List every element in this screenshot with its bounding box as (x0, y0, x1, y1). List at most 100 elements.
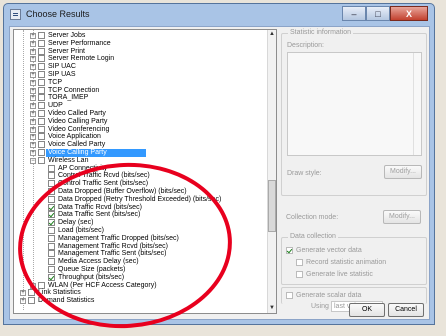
tree-statistic-item[interactable]: Control Traffic Rcvd (bits/sec) (14, 172, 264, 180)
tree-node[interactable]: + Video Called Party (14, 110, 264, 118)
expand-icon[interactable]: + (30, 103, 36, 110)
expand-icon[interactable]: + (30, 79, 36, 86)
minimize-button[interactable]: – (342, 6, 366, 21)
statistic-checkbox[interactable] (48, 180, 55, 188)
expand-icon[interactable]: + (30, 282, 36, 289)
collapse-icon[interactable]: − (30, 157, 36, 164)
ok-button[interactable]: OK (349, 303, 385, 317)
expand-icon[interactable]: + (30, 142, 36, 149)
expand-icon[interactable]: + (30, 118, 36, 125)
tree-statistic-item[interactable]: Management Traffic Sent (bits/sec) (14, 250, 264, 258)
statistic-checkbox[interactable] (48, 219, 55, 227)
tree-node[interactable]: + Video Calling Party (14, 117, 264, 126)
description-scrollbar[interactable] (413, 53, 421, 155)
tree-statistic-item[interactable]: Management Traffic Rcvd (bits/sec) (14, 242, 264, 251)
expand-icon[interactable]: + (30, 72, 36, 78)
statistic-checkbox[interactable] (48, 188, 55, 195)
statistic-checkbox[interactable] (48, 266, 55, 273)
record-animation-checkbox[interactable] (296, 259, 303, 266)
expand-icon[interactable]: + (30, 134, 36, 141)
tree-statistic-item[interactable]: Control Traffic Sent (bits/sec) (14, 180, 264, 188)
draw-style-modify-button[interactable]: Modify... (384, 165, 422, 179)
collection-mode-modify-button[interactable]: Modify... (383, 210, 421, 224)
expand-icon[interactable]: + (30, 150, 36, 156)
expand-icon[interactable]: + (30, 33, 36, 39)
cancel-button[interactable]: Cancel (388, 303, 424, 317)
expand-icon[interactable]: + (20, 290, 26, 297)
statistic-checkbox[interactable] (38, 39, 45, 47)
statistic-checkbox[interactable] (38, 125, 45, 133)
tree-statistic-item[interactable]: Management Traffic Dropped (bits/sec) (14, 234, 264, 243)
tree-statistic-item[interactable]: Queue Size (packets) (14, 266, 264, 274)
tree-statistic-item[interactable]: Delay (sec) (14, 219, 264, 227)
close-button[interactable]: X (390, 6, 428, 21)
tree-statistic-item[interactable]: Load (bits/sec) (14, 227, 264, 235)
tree-statistic-item[interactable]: Data Dropped (Retry Threshold Exceeded) … (14, 195, 264, 204)
maximize-button[interactable]: □ (366, 6, 390, 21)
statistic-checkbox[interactable] (38, 71, 45, 78)
results-tree[interactable]: ▲ ▼ + Server Jobs + Server Performance + Serv… (13, 29, 277, 314)
statistic-checkbox[interactable] (38, 55, 45, 63)
statistic-checkbox[interactable] (48, 172, 55, 180)
statistic-checkbox[interactable] (48, 273, 55, 281)
statistic-checkbox[interactable] (38, 102, 45, 110)
statistic-checkbox[interactable] (38, 78, 45, 86)
tree-node[interactable]: + TCP Connection (14, 86, 264, 95)
generate-vector-checkbox[interactable] (286, 247, 293, 254)
tree-node[interactable]: + SIP UAS (14, 71, 264, 79)
expand-icon[interactable]: + (30, 40, 36, 47)
expand-icon[interactable]: + (30, 48, 36, 55)
tree-node[interactable]: − Wireless Lan (14, 156, 264, 165)
tree-node[interactable]: + UDP (14, 102, 264, 110)
scroll-up-arrow-icon[interactable]: ▲ (268, 30, 276, 39)
statistic-checkbox[interactable] (48, 203, 55, 211)
statistic-checkbox[interactable] (38, 86, 45, 94)
tree-node[interactable]: + SIP UAC (14, 63, 264, 71)
statistic-checkbox[interactable] (38, 149, 45, 156)
tree-node[interactable]: + Voice Called Party (14, 141, 264, 149)
statistic-checkbox[interactable] (38, 133, 45, 141)
expand-icon[interactable]: + (30, 111, 36, 117)
tree-node[interactable]: + TORA_IMEP (14, 94, 264, 102)
expand-icon[interactable]: + (30, 87, 36, 94)
statistic-checkbox[interactable] (48, 211, 55, 219)
tree-statistic-item[interactable]: Throughput (bits/sec) (14, 273, 264, 282)
statistic-checkbox[interactable] (38, 117, 45, 125)
statistic-checkbox[interactable] (48, 234, 55, 242)
expand-icon[interactable]: + (30, 126, 36, 133)
statistic-checkbox[interactable] (48, 227, 55, 234)
tree-node[interactable]: + Server Performance (14, 39, 264, 48)
statistic-checkbox[interactable] (48, 195, 55, 203)
description-box[interactable] (287, 52, 422, 156)
tree-vertical-scrollbar[interactable]: ▲ ▼ (267, 30, 276, 313)
title-bar[interactable]: Choose Results – □ X (4, 4, 434, 26)
tree-node[interactable]: + TCP (14, 78, 264, 87)
statistic-checkbox[interactable] (38, 63, 45, 71)
statistic-checkbox[interactable] (38, 281, 45, 289)
tree-node[interactable]: + Server Jobs (14, 32, 264, 40)
tree-statistic-item[interactable]: Media Access Delay (sec) (14, 258, 264, 266)
statistic-checkbox[interactable] (48, 164, 55, 172)
statistic-checkbox[interactable] (38, 156, 45, 164)
tree-node[interactable]: + Server Remote Login (14, 55, 264, 63)
expand-icon[interactable]: + (30, 64, 36, 71)
tree-node[interactable]: + Server Print (14, 47, 264, 56)
statistic-checkbox[interactable] (48, 242, 55, 250)
statistic-checkbox[interactable] (38, 47, 45, 55)
tree-node[interactable]: + Video Conferencing (14, 125, 264, 134)
statistic-checkbox[interactable] (48, 250, 55, 258)
scroll-thumb[interactable] (268, 180, 276, 232)
tree-node[interactable]: + Voice Calling Party (30, 149, 146, 157)
tree-node[interactable]: + Voice Application (14, 133, 264, 141)
tree-node[interactable]: + WLAN (Per HCF Access Category) (14, 281, 264, 290)
statistic-checkbox[interactable] (28, 297, 35, 305)
scroll-down-arrow-icon[interactable]: ▼ (268, 304, 276, 313)
statistic-checkbox[interactable] (48, 258, 55, 266)
expand-icon[interactable]: + (30, 95, 36, 102)
statistic-checkbox[interactable] (38, 32, 45, 39)
statistic-checkbox[interactable] (38, 110, 45, 117)
statistic-checkbox[interactable] (38, 94, 45, 102)
tree-node[interactable]: + Link Statistics (14, 289, 264, 297)
statistic-checkbox[interactable] (38, 141, 45, 149)
tree-node[interactable]: + Demand Statistics (14, 297, 264, 305)
